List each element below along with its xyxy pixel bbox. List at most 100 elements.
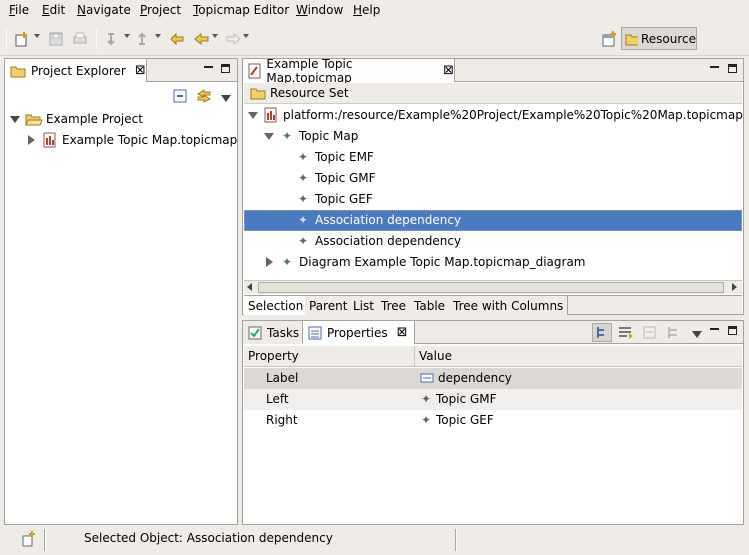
forward-button[interactable] <box>224 30 242 48</box>
tab-tree[interactable]: Tree <box>377 296 412 315</box>
collapse-all-button[interactable] <box>173 89 187 103</box>
tab-example-topic-map[interactable]: Example Topic Map.topicmap ⊠ <box>243 57 455 85</box>
restore-default-button[interactable] <box>641 324 659 342</box>
close-icon[interactable]: ⊠ <box>443 63 454 78</box>
minimize-button[interactable] <box>710 64 720 74</box>
column-header-value[interactable]: Value <box>419 349 452 363</box>
minimize-button[interactable] <box>204 64 214 74</box>
next-annotation-button[interactable] <box>104 30 122 48</box>
tree-item-resource-root[interactable]: platform:/resource/Example%20Project/Exa… <box>244 105 743 126</box>
show-categories-button[interactable] <box>592 323 612 342</box>
view-menu-button[interactable] <box>692 328 702 341</box>
resource-perspective-button[interactable]: Resource <box>621 27 697 50</box>
menu-help[interactable]: Help <box>353 3 380 17</box>
minimize-button[interactable] <box>710 326 720 336</box>
tab-label: Table <box>414 298 446 313</box>
view-menu-icon <box>692 331 702 338</box>
show-advanced-button[interactable] <box>617 324 635 342</box>
pin-view-button[interactable] <box>665 324 683 342</box>
maximize-button[interactable] <box>221 64 231 74</box>
horizontal-scrollbar[interactable] <box>244 280 742 294</box>
menu-project-mnemonic: P <box>140 3 148 17</box>
tree-item-association[interactable]: ✦ Association dependency <box>244 231 742 252</box>
tree-item-diagram[interactable]: ✦ Diagram Example Topic Map.topicmap_dia… <box>244 252 742 273</box>
property-value[interactable]: ✦ Topic GEF <box>420 413 494 427</box>
next-annotation-dropdown-arrow[interactable] <box>124 34 130 38</box>
table-row[interactable]: Label dependency <box>244 368 742 389</box>
previous-annotation-dropdown-arrow[interactable] <box>155 34 161 38</box>
resource-set-header[interactable]: Resource Set <box>244 83 742 104</box>
back-button[interactable] <box>193 30 211 48</box>
expand-toggle[interactable] <box>25 134 37 146</box>
topic-icon: ✦ <box>297 192 309 206</box>
tab-properties[interactable]: Properties ⊠ <box>303 321 415 344</box>
tab-list[interactable]: List <box>349 296 379 315</box>
tree-item-label: Topic GEF <box>315 192 373 206</box>
link-with-editor-button[interactable] <box>196 88 212 104</box>
tree-item-example-project[interactable]: Example Project <box>5 109 237 130</box>
close-icon[interactable]: ⊠ <box>135 63 146 78</box>
print-button[interactable] <box>71 30 89 48</box>
resource-set-label: Resource Set <box>270 86 349 100</box>
expand-toggle[interactable] <box>263 130 275 142</box>
toolbar-separator <box>6 29 7 49</box>
text-value-icon <box>420 373 434 383</box>
scroll-left-icon[interactable] <box>247 283 252 291</box>
minimize-icon <box>204 64 213 68</box>
expand-toggle[interactable] <box>247 109 259 121</box>
tree-item-topicmap-file[interactable]: Example Topic Map.topicmap <box>5 130 237 151</box>
maximize-button[interactable] <box>728 64 738 74</box>
property-name: Label <box>266 371 299 385</box>
menu-file[interactable]: File <box>9 3 29 17</box>
menu-project[interactable]: Project <box>140 3 181 17</box>
filter-icon <box>619 327 633 339</box>
menu-edit[interactable]: Edit <box>42 3 65 17</box>
tree-item-topic[interactable]: ✦ Topic GMF <box>244 168 742 189</box>
status-separator <box>455 529 457 551</box>
tab-tree-with-columns[interactable]: Tree with Columns <box>449 296 569 315</box>
tree-item-label: Topic Map <box>299 129 359 143</box>
open-perspective-button[interactable] <box>600 30 618 48</box>
minimize-icon <box>710 326 719 330</box>
scrollbar-thumb[interactable] <box>258 282 724 293</box>
close-icon[interactable]: ⊠ <box>397 325 408 340</box>
view-menu-button[interactable] <box>221 92 231 105</box>
tree-item-topic-map[interactable]: ✦ Topic Map <box>244 126 742 147</box>
menu-edit-label: dit <box>49 3 66 17</box>
tree-item-topic[interactable]: ✦ Topic EMF <box>244 147 742 168</box>
new-dropdown-arrow[interactable] <box>34 34 40 38</box>
column-header-property[interactable]: Property <box>248 349 299 363</box>
menu-topicmap-editor[interactable]: Topicmap Editor <box>193 3 289 17</box>
table-row[interactable]: Left ✦ Topic GMF <box>244 389 742 410</box>
save-button[interactable] <box>47 30 65 48</box>
menu-navigate[interactable]: Navigate <box>77 3 131 17</box>
previous-annotation-icon <box>138 32 146 45</box>
show-categories-icon <box>597 327 604 338</box>
property-value[interactable]: dependency <box>420 371 512 385</box>
previous-annotation-button[interactable] <box>135 30 153 48</box>
scroll-right-icon[interactable] <box>732 283 737 291</box>
last-edit-location-button[interactable] <box>168 30 186 48</box>
status-message: Selected Object: Association dependency <box>84 531 333 545</box>
tab-tasks[interactable]: Tasks <box>243 321 303 344</box>
tab-project-explorer[interactable]: Project Explorer ⊠ <box>5 59 147 82</box>
topic-icon: ✦ <box>297 150 309 164</box>
tab-parent[interactable]: Parent <box>305 296 353 315</box>
property-value[interactable]: ✦ Topic GMF <box>420 392 497 406</box>
tree-item-association-selected[interactable]: ✦ Association dependency <box>244 210 742 231</box>
tab-table[interactable]: Table <box>410 296 451 315</box>
editor-page-tabs: Selection Parent List Tree Table Tree wi… <box>244 295 742 315</box>
fast-view-button[interactable] <box>20 530 38 548</box>
tab-selection[interactable]: Selection <box>244 296 309 315</box>
menu-project-label: roject <box>147 3 182 17</box>
back-dropdown-arrow[interactable] <box>212 34 218 38</box>
menu-window[interactable]: Window <box>296 3 343 17</box>
column-divider[interactable] <box>414 346 415 367</box>
maximize-button[interactable] <box>728 326 738 336</box>
expand-toggle[interactable] <box>263 256 275 268</box>
new-wizard-button[interactable] <box>13 30 31 48</box>
tree-item-topic[interactable]: ✦ Topic GEF <box>244 189 742 210</box>
expand-toggle[interactable] <box>9 113 21 125</box>
forward-dropdown-arrow[interactable] <box>243 34 249 38</box>
table-row[interactable]: Right ✦ Topic GEF <box>244 410 742 431</box>
